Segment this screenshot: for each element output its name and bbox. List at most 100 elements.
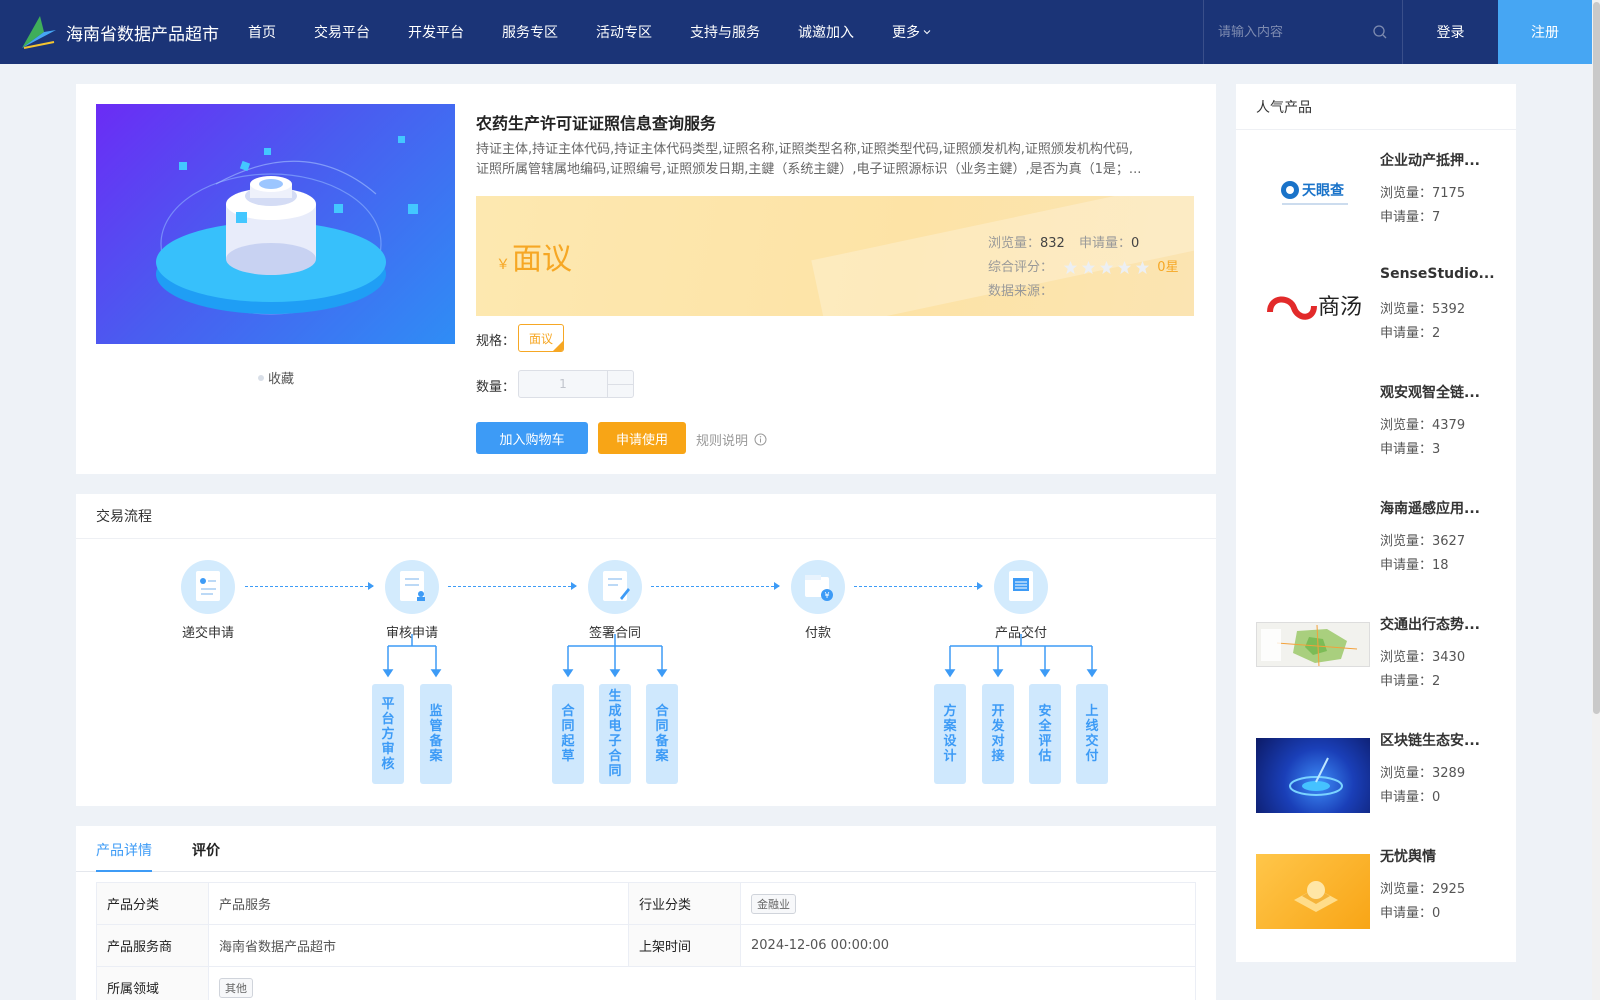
register-button[interactable]: 注册: [1498, 0, 1592, 64]
price: ￥ 面议: [496, 234, 572, 278]
document-icon: [181, 560, 235, 614]
product-name: SenseStudio...: [1380, 266, 1495, 282]
nav-home[interactable]: 首页: [248, 22, 276, 42]
logo-icon: [22, 16, 56, 49]
map-thumbnail: [1256, 622, 1370, 667]
search-icon[interactable]: [1372, 24, 1388, 40]
favorite-label: 收藏: [268, 372, 295, 387]
detail-key: 产品服务商: [96, 924, 209, 967]
sensetime-logo: 商汤: [1256, 274, 1370, 349]
nav-activity-zone[interactable]: 活动专区: [596, 22, 652, 42]
site-logo[interactable]: 海南省数据产品超市: [18, 12, 238, 52]
login-button[interactable]: 登录: [1403, 0, 1498, 64]
views-value: 5392: [1432, 302, 1466, 317]
search-input[interactable]: [1218, 24, 1358, 40]
views-label: 浏览量：: [1380, 882, 1433, 897]
table-row: 产品分类 产品服务 行业分类 金融业: [96, 882, 1196, 925]
quantity-input[interactable]: [519, 371, 607, 397]
nav-dev-platform[interactable]: 开发平台: [408, 22, 464, 42]
currency-symbol: ￥: [496, 257, 510, 273]
popular-product-item[interactable]: 区块链生态安... 浏览量：3289 申请量：0: [1256, 733, 1506, 838]
chevron-down-icon: [923, 30, 931, 35]
popular-product-item[interactable]: 交通出行态势... 浏览量：3430 申请量：2: [1256, 617, 1506, 722]
contract-sign-icon: [588, 560, 642, 614]
process-step-delivery: 产品交付: [981, 560, 1061, 641]
step-label: 付款: [804, 626, 831, 641]
views-label: 浏览量：: [1380, 650, 1433, 665]
product-name: 海南遥感应用...: [1380, 501, 1480, 517]
price-value: 面议: [512, 242, 572, 277]
apply-value: 7: [1432, 210, 1441, 225]
substep-go-live: 上线交付: [1076, 684, 1108, 784]
spec-option[interactable]: 面议: [518, 324, 564, 352]
quantity-increase-button[interactable]: [608, 371, 633, 384]
nav-support[interactable]: 支持与服务: [690, 22, 760, 42]
yuqing-thumbnail: [1256, 854, 1370, 929]
apply-count: 申请量：2: [1380, 670, 1440, 689]
views-value: 3627: [1432, 534, 1466, 549]
views: 浏览量：2925: [1380, 878, 1465, 897]
apply-value: 2: [1432, 674, 1441, 689]
selected-corner-icon: [553, 341, 563, 351]
apply-value: 0: [1432, 906, 1441, 921]
star-icon: [1118, 260, 1132, 275]
apply-use-button[interactable]: 申请使用: [598, 422, 686, 454]
nav-trading-platform[interactable]: 交易平台: [314, 22, 370, 42]
nav-more[interactable]: 更多: [892, 22, 931, 42]
apply-count: 申请量：0: [1380, 786, 1440, 805]
product-name: 区块链生态安...: [1380, 733, 1480, 749]
views-label: 浏览量：: [1380, 766, 1433, 781]
tab-product-details[interactable]: 产品详情: [96, 840, 152, 872]
product-name: 无忧舆情: [1380, 849, 1436, 865]
product-thumbnail: [1256, 506, 1370, 581]
apply-count-value: 0: [1131, 236, 1140, 251]
rating-stars: [1063, 260, 1153, 275]
detail-key: 所属领域: [96, 966, 209, 1000]
site-name: 海南省数据产品超市: [66, 24, 219, 45]
apply-label: 申请量：: [1380, 674, 1433, 689]
views-label: 浏览量：: [1380, 418, 1433, 433]
nav-join[interactable]: 诚邀加入: [798, 22, 854, 42]
popular-product-item[interactable]: 观安观智全链... 浏览量：4379 申请量：3: [1256, 385, 1506, 490]
main-nav: 首页 交易平台 开发平台 服务专区 活动专区 支持与服务 诚邀加入 更多: [248, 22, 969, 42]
page-scrollbar-thumb[interactable]: [1593, 2, 1600, 714]
substep-contract-filing: 合同备案: [646, 684, 678, 784]
views-value: 7175: [1432, 186, 1466, 201]
popular-product-item[interactable]: 无忧舆情 浏览量：2925 申请量：0: [1256, 849, 1506, 954]
industry-tag: 金融业: [751, 893, 796, 914]
popular-product-item[interactable]: 商汤 SenseStudio... 浏览量：5392 申请量：2: [1256, 266, 1506, 374]
spec-option-label: 面议: [528, 331, 553, 346]
domain-tag: 其他: [219, 977, 253, 998]
product-thumbnail: [1256, 390, 1370, 465]
rules-link[interactable]: 规则说明: [696, 430, 767, 449]
apply-count-label: 申请量：: [1078, 236, 1131, 251]
views: 浏览量：4379: [1380, 414, 1465, 433]
description-line: 持证主体,持证主体代码,持证主体代码类型,证照名称,证照类型名称,证照类型代码,…: [476, 142, 1134, 157]
favorite-button[interactable]: 收藏: [258, 368, 294, 387]
process-arrow: [448, 582, 577, 590]
step-label: 产品交付: [994, 626, 1047, 641]
apply-label: 申请量：: [1380, 442, 1433, 457]
payment-wallet-icon: ¥: [791, 560, 845, 614]
views-label: 浏览量：: [1380, 186, 1433, 201]
quantity-decrease-button[interactable]: [608, 383, 633, 398]
views-value: 4379: [1432, 418, 1466, 433]
product-summary-card: 收藏 农药生产许可证证照信息查询服务 持证主体,持证主体代码,持证主体代码类型,…: [76, 84, 1216, 474]
star-icon: [1082, 260, 1096, 275]
apply-label: 申请量：: [1380, 906, 1433, 921]
detail-table: 产品分类 产品服务 行业分类 金融业 产品服务商 海南省数据产品超市 上架时间 …: [96, 882, 1196, 1000]
spec-label: 规格：: [476, 334, 516, 349]
nav-service-zone[interactable]: 服务专区: [502, 22, 558, 42]
apply-value: 2: [1432, 326, 1441, 341]
search-box: [1203, 0, 1403, 64]
apply-count: 申请量：0: [1380, 902, 1440, 921]
add-to-cart-button[interactable]: 加入购物车: [476, 422, 588, 454]
data-cylinder-illustration: [156, 136, 418, 315]
popular-product-item[interactable]: 天眼查 企业动产抵押... 浏览量：7175 申请量：7: [1256, 153, 1506, 258]
tab-reviews[interactable]: 评价: [192, 840, 220, 860]
popular-product-item[interactable]: 海南遥感应用... 浏览量：3627 申请量：18: [1256, 501, 1506, 606]
data-source-label: 数据来源：: [988, 284, 1054, 299]
process-arrow: [651, 582, 780, 590]
apply-value: 0: [1432, 790, 1441, 805]
substep-contract-draft: 合同起草: [552, 684, 584, 784]
